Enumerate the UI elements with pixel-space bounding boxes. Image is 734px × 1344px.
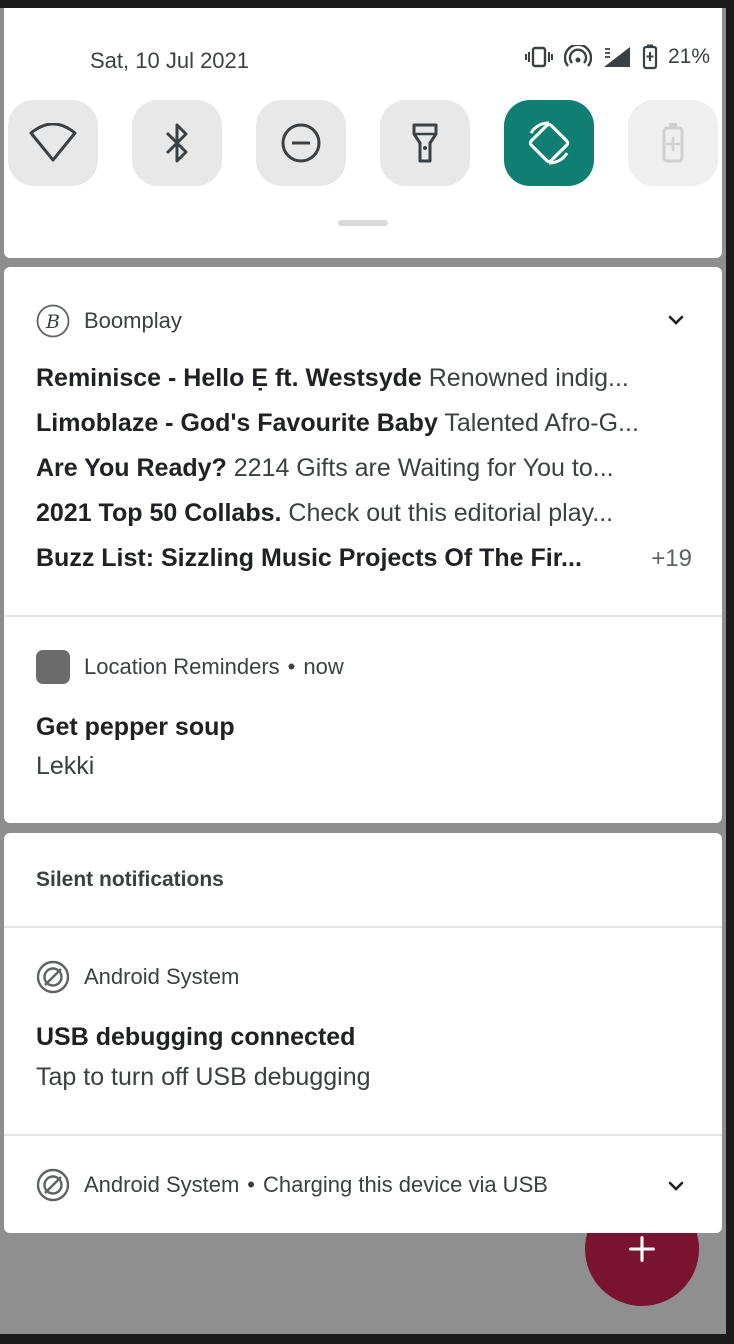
android-system-header[interactable]: Android System — [36, 960, 239, 994]
screen-frame-right — [726, 0, 734, 1344]
signal-icon — [603, 47, 630, 67]
notification-body: Lekki — [36, 752, 95, 780]
silent-notifications-card: Silent notifications Android System USB … — [4, 833, 722, 1233]
app-name: Android System — [84, 1172, 240, 1197]
boomplay-header[interactable]: B Boomplay — [36, 304, 182, 338]
tile-do-not-disturb[interactable] — [256, 100, 346, 186]
boomplay-icon: B — [36, 304, 70, 338]
date-label: Sat, 10 Jul 2021 — [90, 48, 250, 73]
list-item[interactable]: Buzz List: Sizzling Music Projects Of Th… — [36, 543, 626, 573]
android-system-icon — [36, 1168, 70, 1202]
notification-body: Tap to turn off USB debugging — [36, 1063, 371, 1091]
more-count: +19 — [651, 545, 692, 572]
app-name: Location Reminders — [84, 654, 280, 679]
section-header: Silent notifications — [36, 868, 224, 891]
tile-bluetooth[interactable] — [132, 100, 222, 186]
android-system-charging-header[interactable]: Android System • Charging this device vi… — [36, 1168, 548, 1202]
location-reminders-header[interactable]: Location Reminders • now — [36, 650, 344, 684]
flashlight-icon — [412, 123, 438, 163]
screen-frame-bottom — [0, 1334, 734, 1344]
divider — [4, 926, 722, 928]
status-icons: 21% — [524, 44, 710, 70]
chevron-down-icon[interactable] — [664, 1174, 688, 1198]
dnd-icon — [281, 123, 321, 163]
plus-icon — [629, 1236, 655, 1262]
tile-wifi[interactable] — [8, 100, 98, 186]
tile-battery-saver[interactable] — [628, 100, 718, 186]
svg-text:B: B — [45, 311, 60, 333]
list-item[interactable]: Are You Ready? 2214 Gifts are Waiting fo… — [36, 453, 696, 483]
divider — [4, 1134, 722, 1136]
quick-settings-panel: Sat, 10 Jul 2021 21% — [4, 8, 722, 258]
chevron-down-icon[interactable] — [664, 308, 688, 332]
list-item[interactable]: 2021 Top 50 Collabs. Check out this edit… — [36, 498, 696, 528]
battery-saver-icon — [662, 123, 684, 163]
list-item[interactable]: Reminisce - Hello Ẹ ft. Westsyde Renowne… — [36, 363, 696, 393]
notification-title[interactable]: USB debugging connected — [36, 1023, 355, 1052]
panel-drag-handle[interactable] — [338, 220, 388, 226]
battery-icon — [642, 44, 658, 70]
divider — [4, 615, 722, 617]
notification-summary: Charging this device via USB — [263, 1172, 548, 1197]
separator: • — [247, 1172, 255, 1197]
screen-frame-top — [0, 0, 734, 8]
wifi-icon — [29, 123, 77, 162]
rotate-icon — [528, 121, 570, 165]
timestamp: now — [303, 654, 344, 679]
bluetooth-icon — [165, 123, 188, 163]
separator: • — [287, 654, 296, 679]
battery-percent: 21% — [667, 45, 710, 68]
tile-auto-rotate[interactable] — [504, 100, 594, 186]
vibrate-icon — [524, 46, 553, 68]
tile-flashlight[interactable] — [380, 100, 470, 186]
location-reminders-icon — [36, 650, 70, 684]
notification-title[interactable]: Get pepper soup — [36, 713, 235, 742]
app-name: Android System — [84, 964, 240, 989]
quick-tiles — [8, 100, 720, 190]
notification-group-card: B Boomplay Reminisce - Hello Ẹ ft. Wests… — [4, 267, 722, 823]
hotspot-icon — [563, 45, 592, 67]
app-name: Boomplay — [84, 308, 182, 333]
list-item[interactable]: Limoblaze - God's Favourite Baby Talente… — [36, 408, 696, 438]
android-system-icon — [36, 960, 70, 994]
